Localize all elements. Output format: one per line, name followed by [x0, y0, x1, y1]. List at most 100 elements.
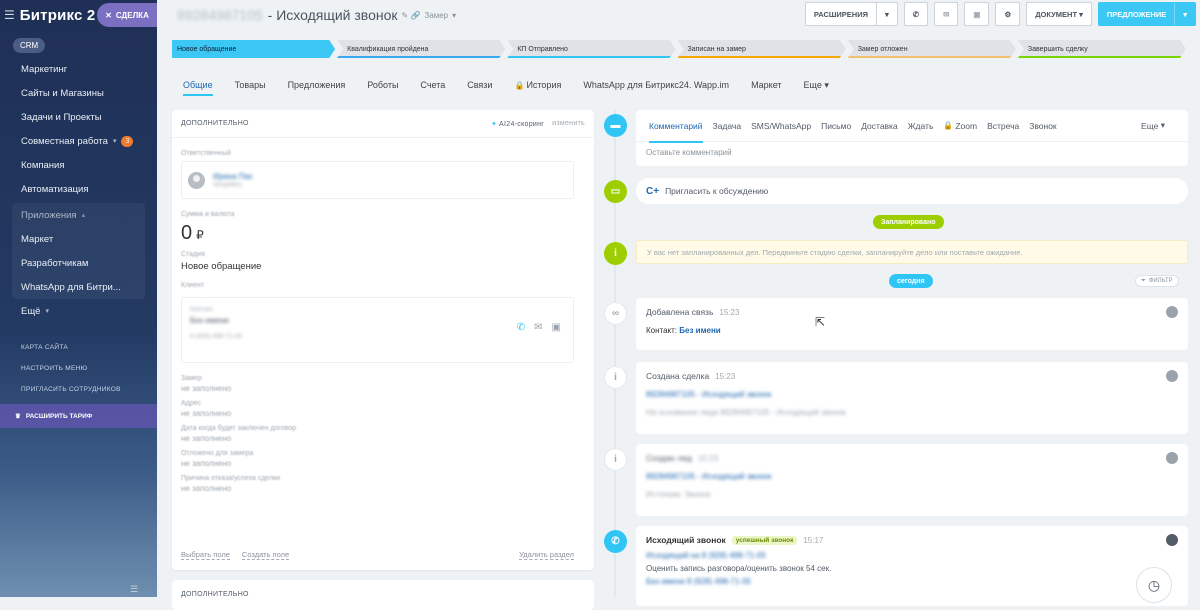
- contact-link[interactable]: Без имени: [679, 326, 720, 335]
- chevron-down-icon[interactable]: ▾: [452, 11, 456, 20]
- change-link[interactable]: изменить: [552, 120, 585, 128]
- sidebar-item-crm[interactable]: CRM: [13, 38, 46, 53]
- client-actions: ✆ ✉ ▣: [517, 322, 561, 333]
- client-phone[interactable]: 8 (928) 498-71-05: [190, 333, 565, 340]
- stage-bar: Новое обращение Квалификация пройдена КП О…: [172, 40, 1188, 60]
- delete-section-link[interactable]: Удалить раздел: [519, 550, 574, 560]
- chat-button[interactable]: ▣: [964, 2, 990, 26]
- tab-label: Еще: [803, 80, 822, 90]
- link-icon: ∞: [604, 302, 627, 325]
- filter-button[interactable]: ⏷ ФИЛЬТР: [1135, 275, 1179, 287]
- tab-invoices[interactable]: Счета: [409, 72, 456, 98]
- chevron-up-icon: ▴: [81, 212, 86, 219]
- field-value[interactable]: не заполнено: [181, 434, 594, 443]
- sidebar-item-market[interactable]: Маркет: [12, 227, 145, 251]
- tab-links[interactable]: Связи: [456, 72, 503, 98]
- chat-icon[interactable]: ▣: [552, 322, 561, 333]
- sidebar-item-developers[interactable]: Разработчикам: [12, 251, 145, 275]
- sidebar-item-marketing[interactable]: Маркетинг: [0, 57, 157, 81]
- stage-item[interactable]: Квалификация пройдена: [337, 40, 505, 58]
- stage-item[interactable]: Новое обращение: [172, 40, 335, 58]
- configure-menu-link[interactable]: НАСТРОИТЬ МЕНЮ: [0, 358, 157, 379]
- create-field-link[interactable]: Создать поле: [241, 550, 290, 560]
- tab-robots[interactable]: Роботы: [356, 72, 409, 98]
- menu-icon[interactable]: ☰: [4, 8, 15, 22]
- sidebar-item-more[interactable]: Ещё ▾: [0, 299, 157, 323]
- offer-button[interactable]: ПРЕДЛОЖЕНИЕ ▾: [1097, 2, 1196, 26]
- tab-whatsapp[interactable]: WhatsApp для Битрикс24. Wapp.im: [572, 72, 740, 98]
- stage-item[interactable]: Записан на замер: [678, 40, 846, 58]
- responsible-name[interactable]: Ирина Пас: [213, 172, 253, 181]
- field-value[interactable]: не заполнено: [181, 409, 594, 418]
- sitemap-link[interactable]: КАРТА САЙТА: [0, 337, 157, 358]
- sum-value[interactable]: 0 ₽: [181, 222, 594, 245]
- mail-button[interactable]: ✉: [934, 2, 959, 26]
- document-button[interactable]: ДОКУМЕНТ ▾: [1026, 2, 1092, 26]
- invite-to-discussion[interactable]: C+ Пригласить к обсуждению: [636, 178, 1188, 204]
- sidebar-item-sites[interactable]: Сайты и Магазины: [0, 81, 157, 105]
- phone-button[interactable]: ✆: [903, 2, 929, 26]
- comment-input[interactable]: Оставьте комментарий: [636, 142, 1188, 163]
- user-icon[interactable]: [1166, 452, 1178, 464]
- extensions-button[interactable]: РАСШИРЕНИЯ ▾: [804, 2, 898, 26]
- timeline-lead-link[interactable]: 89284987105 - Исходящий звонок: [646, 472, 1178, 481]
- tab-offers[interactable]: Предложения: [277, 72, 357, 98]
- tab-call[interactable]: Звонок: [1024, 110, 1061, 142]
- sidebar-item-company[interactable]: Компания: [0, 153, 157, 177]
- stage-item[interactable]: КП Отправлено: [507, 40, 675, 58]
- tab-zoom[interactable]: 🔒 Zoom: [938, 110, 982, 142]
- stage-item[interactable]: Замер отложен: [848, 40, 1016, 58]
- stage-value[interactable]: Новое обращение: [181, 261, 594, 272]
- sidebar-item-automation[interactable]: Автоматизация: [0, 177, 157, 201]
- tab-market[interactable]: Маркет: [740, 72, 792, 98]
- stage-label: Завершить сделку: [1027, 45, 1088, 53]
- tab-delivery[interactable]: Доставка: [856, 110, 903, 142]
- user-icon[interactable]: [1166, 534, 1178, 546]
- sidebar-item-collaboration[interactable]: Совместная работа ▾ 3: [0, 129, 157, 153]
- tab-history[interactable]: 🔒 История: [503, 72, 572, 98]
- settings-button[interactable]: ⚙: [995, 2, 1021, 26]
- sidebar-item-tasks[interactable]: Задачи и Проекты: [0, 105, 157, 129]
- field-value[interactable]: не заполнено: [181, 484, 594, 493]
- stage-item[interactable]: Завершить сделку: [1018, 40, 1186, 58]
- phone-icon[interactable]: ✆: [517, 322, 525, 333]
- tab-wait[interactable]: Ждать: [903, 110, 939, 142]
- play-record-button[interactable]: ◷: [1136, 567, 1172, 603]
- tab-general[interactable]: Общие: [172, 72, 224, 98]
- timeline-deal-link[interactable]: 89284987105 - Исходящий звонок: [646, 390, 1178, 399]
- tab-comment[interactable]: Комментарий: [644, 110, 708, 143]
- logo[interactable]: Битрикс 2: [20, 7, 96, 24]
- sidebar-item-label: Автоматизация: [21, 183, 89, 195]
- user-icon[interactable]: [1166, 306, 1178, 318]
- tab-task[interactable]: Задача: [708, 110, 747, 142]
- invite-label: Пригласить к обсуждению: [665, 186, 769, 196]
- upgrade-plan-button[interactable]: ♛ РАСШИРИТЬ ТАРИФ: [0, 404, 157, 428]
- deal-category[interactable]: Замер: [424, 11, 448, 20]
- user-icon[interactable]: [1166, 370, 1178, 382]
- deal-button[interactable]: ✕ СДЕЛКА: [97, 3, 157, 27]
- sidebar-item-whatsapp[interactable]: WhatsApp для Битри...: [12, 275, 145, 299]
- sidebar-item-apps[interactable]: Приложения ▴: [12, 203, 145, 227]
- ai-scoring-link[interactable]: ✦ AI24-скоринг: [491, 120, 544, 128]
- mail-icon[interactable]: ✉: [534, 322, 542, 333]
- tab-more[interactable]: Еще ▾: [793, 72, 840, 98]
- tab-more[interactable]: Еще ▾: [1136, 110, 1170, 142]
- call-contact[interactable]: Без имени 8 (928) 498-71-05: [646, 577, 1178, 586]
- field-value[interactable]: не заполнено: [181, 384, 594, 393]
- edit-title-icon[interactable]: ✎ 🔗: [402, 11, 421, 20]
- chevron-down-icon[interactable]: ▾: [876, 3, 897, 25]
- tab-meeting[interactable]: Встреча: [982, 110, 1024, 142]
- invite-users-link[interactable]: ПРИГЛАСИТЬ СОТРУДНИКОВ: [0, 379, 157, 400]
- chevron-down-icon[interactable]: ▾: [1174, 3, 1195, 25]
- call-number-link[interactable]: Исходящий на 8 (928) 498-71-05: [646, 551, 1178, 560]
- tab-email[interactable]: Письмо: [816, 110, 856, 142]
- client-field[interactable]: Контакт Без имени 8 (928) 498-71-05 ✆ ✉ …: [181, 297, 574, 363]
- timeline-contact: Контакт: Без имени: [646, 326, 1178, 335]
- client-name[interactable]: Без имени: [190, 316, 565, 325]
- select-field-link[interactable]: Выбрать поле: [181, 550, 230, 560]
- tab-products[interactable]: Товары: [224, 72, 277, 98]
- tab-sms[interactable]: SMS/WhatsApp: [746, 110, 816, 142]
- field-value[interactable]: не заполнено: [181, 459, 594, 468]
- settings-icon[interactable]: ☰: [130, 584, 138, 595]
- responsible-field[interactable]: Ирина Пас продавец: [181, 161, 574, 199]
